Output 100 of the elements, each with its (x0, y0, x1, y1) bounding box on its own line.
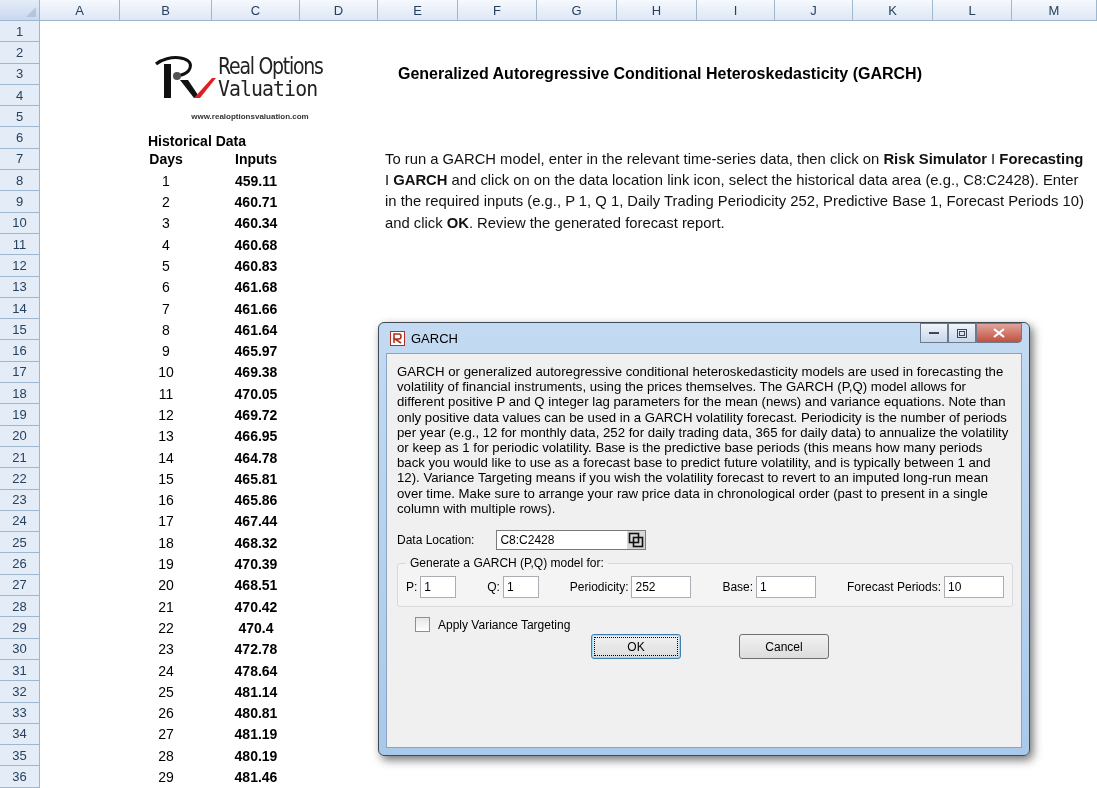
sheet-title: Generalized Autoregressive Conditional Heteroskedasticity (GARCH) (398, 65, 922, 84)
table-cell-text: 480.19 (233, 747, 279, 764)
maximize-button[interactable] (948, 323, 976, 343)
row-header[interactable]: 19 (0, 404, 40, 426)
row-header[interactable]: 11 (0, 233, 40, 256)
row-header[interactable]: 3 (0, 63, 40, 85)
row-header[interactable]: 27 (0, 574, 40, 596)
table-cell-text: 19 (157, 556, 175, 573)
table-cell-text: 461.68 (233, 279, 279, 296)
column-header[interactable]: G (537, 0, 617, 21)
row-header[interactable]: 28 (0, 596, 40, 618)
row-header[interactable]: 34 (0, 723, 40, 746)
table-cell-text: 481.19 (233, 726, 279, 743)
table-cell-text: 23 (157, 641, 175, 658)
column-header[interactable]: M (1012, 0, 1097, 21)
instructions-text: To run a GARCH model, enter in the relevant time-series data, then click on Risk Simulator I Forecasting I GARCH and click on on the data location link icon, select the historical data area (e.g., C8:C2428). Enter in the required inputs (e.g., P 1, Q 1, Daily Trading Periodicity 252, Predictive Base 1, Forecast Periods 10) and click OK. Review the generated forecast report. (384, 149, 1085, 233)
row-header[interactable]: 36 (0, 766, 40, 788)
close-button[interactable] (976, 323, 1022, 343)
table-cell-text: 465.86 (233, 492, 279, 509)
field-label: Data Location: (397, 533, 475, 548)
column-header[interactable]: I (697, 0, 775, 21)
column-header[interactable]: F (458, 0, 537, 21)
input-field[interactable]: 1 (502, 576, 539, 599)
row-header[interactable]: 1 (0, 21, 40, 43)
row-header[interactable]: 8 (0, 170, 40, 192)
minimize-icon (929, 331, 939, 335)
dialog-title: GARCH (411, 330, 458, 346)
column-header[interactable]: K (853, 0, 933, 21)
checkbox[interactable] (415, 617, 430, 633)
row-header[interactable]: 5 (0, 106, 40, 128)
row-header[interactable]: 31 (0, 659, 40, 682)
table-cell-text: 465.81 (233, 470, 279, 487)
table-cell-text: 6 (161, 279, 171, 296)
minimize-button[interactable] (920, 323, 948, 343)
logo-text: Real Options (218, 54, 323, 78)
row-header[interactable]: 20 (0, 425, 40, 447)
row-header[interactable]: 7 (0, 148, 40, 171)
row-header[interactable]: 23 (0, 489, 40, 511)
table-cell-text: 469.72 (233, 407, 279, 423)
table-cell-text: 29 (157, 769, 175, 786)
dialog-button[interactable]: OK (591, 634, 681, 660)
column-header[interactable]: A (40, 0, 120, 21)
row-header[interactable]: 18 (0, 383, 40, 405)
table-cell-text: 16 (157, 492, 175, 509)
input-field[interactable]: 1 (420, 576, 457, 599)
row-header[interactable]: 16 (0, 340, 40, 362)
column-header[interactable]: D (300, 0, 378, 21)
logo-url: www.realoptionsvaluation.com (191, 112, 309, 122)
column-header[interactable]: L (933, 0, 1012, 21)
row-header[interactable]: 14 (0, 297, 40, 320)
row-header[interactable]: 29 (0, 617, 40, 639)
row-header[interactable]: 13 (0, 276, 40, 298)
field-label: Forecast Periods: (846, 580, 941, 595)
field-label: Q: (487, 580, 500, 595)
row-header[interactable]: 15 (0, 319, 40, 341)
row-header[interactable]: 12 (0, 255, 40, 277)
row-header[interactable]: 6 (0, 127, 40, 149)
row-header[interactable]: 33 (0, 702, 40, 724)
table-cell-text: 26 (157, 705, 175, 722)
logo-icon (154, 54, 217, 101)
row-header[interactable]: 17 (0, 361, 40, 384)
row-header[interactable]: 30 (0, 638, 40, 660)
close-icon (993, 328, 1005, 338)
table-cell-text: 470.4 (237, 619, 275, 636)
table-cell-text: 9 (161, 343, 171, 360)
column-label: Inputs (234, 151, 278, 168)
table-cell-text: 480.81 (233, 705, 279, 722)
table-cell-text: 472.78 (233, 641, 279, 658)
table-cell-text: 470.39 (233, 556, 279, 573)
table-cell-text: 13 (157, 428, 175, 445)
field-label: P: (406, 580, 418, 595)
row-header[interactable]: 22 (0, 468, 40, 490)
column-header[interactable]: J (775, 0, 853, 21)
row-header[interactable]: 35 (0, 745, 40, 767)
table-cell-text: 24 (157, 662, 175, 679)
row-header[interactable]: 9 (0, 191, 40, 213)
row-header[interactable]: 21 (0, 446, 40, 469)
input-field[interactable]: 252 (631, 576, 692, 599)
row-header[interactable]: 24 (0, 510, 40, 533)
column-header[interactable]: B (120, 0, 212, 21)
row-header[interactable]: 4 (0, 84, 40, 107)
table-cell-text: 468.51 (233, 577, 279, 594)
table-cell-text: 464.78 (233, 449, 279, 466)
column-header[interactable]: C (212, 0, 300, 21)
field-label: Base: (722, 580, 754, 595)
input-field[interactable]: 1 (756, 576, 817, 599)
row-header[interactable]: 2 (0, 42, 40, 64)
table-cell-text: 28 (157, 747, 175, 764)
input-field[interactable]: 10 (944, 576, 1004, 599)
row-header[interactable]: 32 (0, 681, 40, 703)
data-location-field[interactable]: C8:C2428 (496, 530, 647, 551)
link-icon[interactable] (627, 531, 646, 550)
row-header[interactable]: 10 (0, 212, 40, 234)
dialog-button[interactable]: Cancel (739, 634, 829, 660)
table-cell-text: 481.46 (233, 769, 279, 786)
column-header[interactable]: E (378, 0, 458, 21)
row-header[interactable]: 25 (0, 532, 40, 554)
column-header[interactable]: H (617, 0, 697, 21)
row-header[interactable]: 26 (0, 553, 40, 575)
checkbox-label: Apply Variance Targeting (438, 617, 571, 632)
